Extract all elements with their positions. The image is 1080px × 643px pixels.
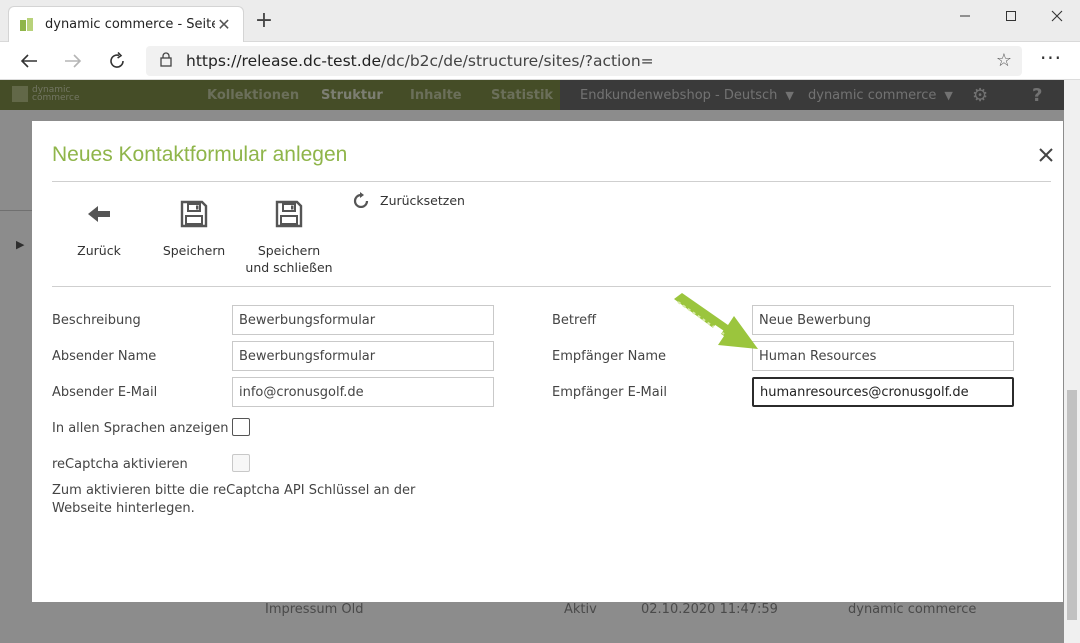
contact-form-dialog: Neues Kontaktformular anlegen Zurück Spe… — [32, 121, 1063, 602]
sprachen-checkbox[interactable] — [232, 418, 250, 436]
url-field[interactable]: https://release.dc-test.de/dc/b2c/de/str… — [146, 46, 1022, 76]
dialog-close-icon[interactable] — [1036, 145, 1056, 167]
back-arrow-icon[interactable] — [14, 47, 44, 75]
reset-button[interactable]: Zurücksetzen — [352, 192, 465, 208]
floppy-disk-icon — [244, 197, 334, 231]
forward-arrow-icon[interactable] — [58, 47, 88, 75]
dc-favicon-icon — [20, 17, 33, 31]
arrow-left-icon — [54, 197, 144, 231]
recaptcha-hint: Zum aktivieren bitte die reCaptcha API S… — [52, 483, 416, 516]
recaptcha-label: reCaptcha aktivieren — [52, 457, 188, 472]
undo-icon — [352, 192, 370, 208]
url-path: /dc/b2c/de/structure/sites/?action= — [381, 52, 654, 70]
page-scrollbar[interactable] — [1064, 80, 1080, 643]
beschreibung-label: Beschreibung — [52, 313, 141, 328]
absender-email-label: Absender E-Mail — [52, 385, 158, 400]
empfaenger-email-label: Empfänger E-Mail — [552, 385, 667, 400]
absender-name-label: Absender Name — [52, 349, 157, 364]
tab-title: dynamic commerce - Seiten — [45, 17, 215, 32]
dialog-title: Neues Kontaktformular anlegen — [52, 143, 348, 166]
browser-tab[interactable]: dynamic commerce - Seiten ✕ — [8, 6, 244, 42]
favorite-star-icon[interactable]: ☆ — [996, 50, 1012, 71]
new-tab-button[interactable]: + — [252, 10, 276, 34]
lock-icon — [160, 51, 172, 71]
scrollbar-thumb[interactable] — [1067, 390, 1077, 620]
save-button[interactable]: Speichern — [149, 197, 239, 259]
divider — [52, 286, 1051, 287]
absender-name-input[interactable] — [232, 341, 494, 371]
save-and-close-button[interactable]: Speichern und schließen — [244, 197, 334, 276]
empfaenger-email-input[interactable] — [752, 377, 1014, 407]
maximize-icon[interactable] — [988, 0, 1034, 32]
browser-tab-bar: dynamic commerce - Seiten ✕ + — [0, 0, 1080, 42]
floppy-disk-icon — [149, 197, 239, 231]
sprachen-label: In allen Sprachen anzeigen — [52, 421, 229, 436]
empfaenger-name-input[interactable] — [752, 341, 1014, 371]
minimize-icon[interactable] — [942, 0, 988, 32]
reload-icon[interactable] — [102, 47, 132, 75]
pointer-arrow-icon — [674, 293, 758, 349]
url-host: https://release.dc-test.de — [186, 52, 382, 70]
back-button[interactable]: Zurück — [54, 197, 144, 259]
betreff-input[interactable] — [752, 305, 1014, 335]
absender-email-input[interactable] — [232, 377, 494, 407]
divider — [52, 181, 1051, 182]
more-menu-icon[interactable]: ··· — [1036, 47, 1066, 75]
empfaenger-name-label: Empfänger Name — [552, 349, 666, 364]
beschreibung-input[interactable] — [232, 305, 494, 335]
browser-address-bar: https://release.dc-test.de/dc/b2c/de/str… — [0, 42, 1080, 80]
window-close-icon[interactable] — [1034, 0, 1080, 32]
betreff-label: Betreff — [552, 313, 597, 328]
recaptcha-checkbox — [232, 454, 250, 472]
tab-close-icon[interactable]: ✕ — [215, 15, 233, 34]
